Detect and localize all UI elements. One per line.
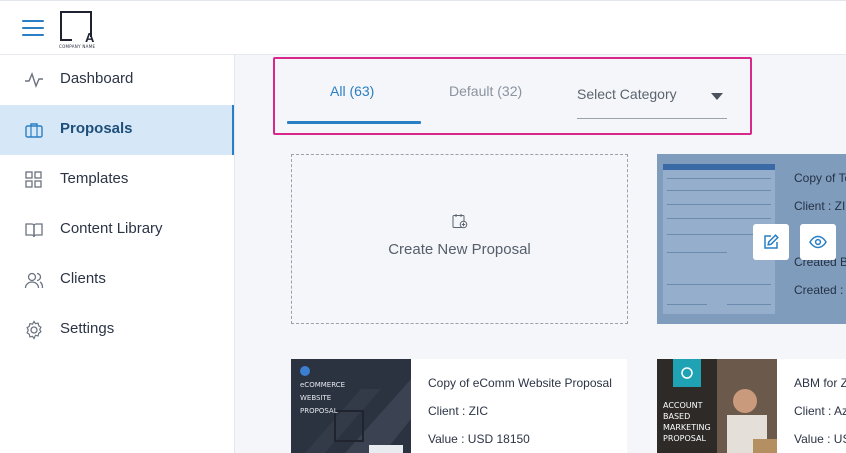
proposal-value: Value : USD 18150 xyxy=(428,432,530,446)
edit-icon xyxy=(764,234,779,249)
sidebar-item-settings[interactable]: Settings xyxy=(0,305,234,355)
thumbnail-text: WEBSITE xyxy=(300,394,332,402)
proposal-tabs: All (63) Default (32) Select Category xyxy=(273,57,752,135)
thumbnail-text: PROPOSAL xyxy=(663,434,706,443)
briefcase-icon xyxy=(25,123,43,138)
top-bar: A COMPANY NAME xyxy=(0,0,846,55)
sidebar-item-label: Content Library xyxy=(60,220,163,237)
proposal-client: Client : Az xyxy=(794,404,846,418)
gear-icon xyxy=(26,320,42,340)
thumbnail-text: ACCOUNT xyxy=(663,401,703,410)
sidebar: Dashboard Proposals Templates Content Li… xyxy=(0,55,235,453)
sidebar-item-label: Settings xyxy=(60,320,115,337)
sidebar-item-label: Clients xyxy=(60,270,106,287)
sidebar-item-content-library[interactable]: Content Library xyxy=(0,205,234,255)
grid-icon xyxy=(25,171,42,188)
preview-button[interactable] xyxy=(800,224,836,260)
book-icon xyxy=(25,223,43,238)
main-content: All (63) Default (32) Select Category Cr… xyxy=(235,55,846,453)
thumbnail-text: MARKETING xyxy=(663,423,711,432)
proposal-title: ABM for Z xyxy=(794,376,846,390)
proposal-card-hovered[interactable]: Copy of Te Client : ZI Created B Created… xyxy=(657,154,846,324)
hamburger-menu-icon[interactable] xyxy=(22,20,44,38)
create-new-proposal-label: Create New Proposal xyxy=(388,241,531,258)
sidebar-item-dashboard[interactable]: Dashboard xyxy=(0,55,234,105)
category-select[interactable]: Select Category xyxy=(577,75,727,119)
caret-down-icon xyxy=(711,93,723,100)
sidebar-item-clients[interactable]: Clients xyxy=(0,255,234,305)
active-tab-indicator xyxy=(287,121,421,124)
edit-button[interactable] xyxy=(753,224,789,260)
proposal-title: Copy of eComm Website Proposal xyxy=(428,376,612,390)
logo-letter: A xyxy=(85,30,95,45)
sidebar-item-label: Templates xyxy=(60,170,129,187)
eye-icon xyxy=(809,235,827,249)
proposal-card[interactable]: ACCOUNT BASED MARKETING PROPOSAL ABM for… xyxy=(657,359,846,453)
proposal-value: Value : USD xyxy=(794,432,846,446)
proposal-thumbnail: ACCOUNT BASED MARKETING PROPOSAL xyxy=(657,359,777,453)
thumbnail-text: PROPOSAL xyxy=(300,407,338,415)
thumbnail-text: eCOMMERCE xyxy=(300,381,346,389)
add-document-icon xyxy=(452,214,468,229)
sidebar-item-templates[interactable]: Templates xyxy=(0,155,234,205)
sidebar-item-proposals[interactable]: Proposals xyxy=(0,105,234,155)
tab-all[interactable]: All (63) xyxy=(330,83,374,99)
users-icon xyxy=(24,272,44,289)
thumbnail-text: BASED xyxy=(663,412,691,421)
logo-company-name: COMPANY NAME xyxy=(59,44,96,49)
tab-default[interactable]: Default (32) xyxy=(449,83,522,99)
proposal-client: Client : ZI xyxy=(794,199,846,213)
proposal-card[interactable]: eCOMMERCE WEBSITE PROPOSAL Copy of eComm… xyxy=(291,359,627,453)
proposal-thumbnail: eCOMMERCE WEBSITE PROPOSAL xyxy=(291,359,411,453)
sidebar-item-label: Dashboard xyxy=(60,70,134,87)
sidebar-item-label: Proposals xyxy=(60,120,133,137)
company-logo[interactable]: A COMPANY NAME xyxy=(58,9,100,51)
create-new-proposal-card[interactable]: Create New Proposal xyxy=(291,154,628,324)
proposal-title: Copy of Te xyxy=(794,171,846,185)
category-select-label: Select Category xyxy=(577,86,677,102)
proposal-client: Client : ZIC xyxy=(428,404,489,418)
proposal-created: Created : I xyxy=(794,283,846,297)
activity-icon xyxy=(25,72,43,88)
